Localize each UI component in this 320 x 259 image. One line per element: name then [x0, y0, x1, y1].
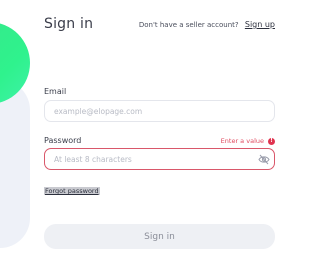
page-title: Sign in	[44, 16, 94, 32]
password-error: Enter a value!	[221, 137, 275, 145]
signup-prompt: Don't have a seller account? Sign up	[139, 20, 275, 29]
password-field[interactable]	[54, 149, 254, 169]
sign-in-page: Sign in Don't have a seller account? Sig…	[0, 0, 300, 259]
password-error-text: Enter a value	[220, 137, 264, 145]
forgot-password-link[interactable]: Forgot password	[44, 187, 100, 195]
password-field-box[interactable]	[44, 148, 275, 170]
error-icon: !	[268, 137, 275, 145]
email-label: Email	[44, 87, 67, 96]
brand-blob	[0, 22, 30, 104]
eye-slash-icon[interactable]	[258, 154, 270, 165]
no-account-text: Don't have a seller account?	[138, 21, 239, 29]
email-field[interactable]	[54, 101, 254, 121]
password-label: Password	[44, 136, 82, 145]
signup-link[interactable]: Sign up	[245, 20, 275, 29]
sign-in-button[interactable]: Sign in	[44, 224, 275, 249]
decorative-card	[0, 80, 30, 248]
email-field-box[interactable]	[44, 100, 275, 122]
